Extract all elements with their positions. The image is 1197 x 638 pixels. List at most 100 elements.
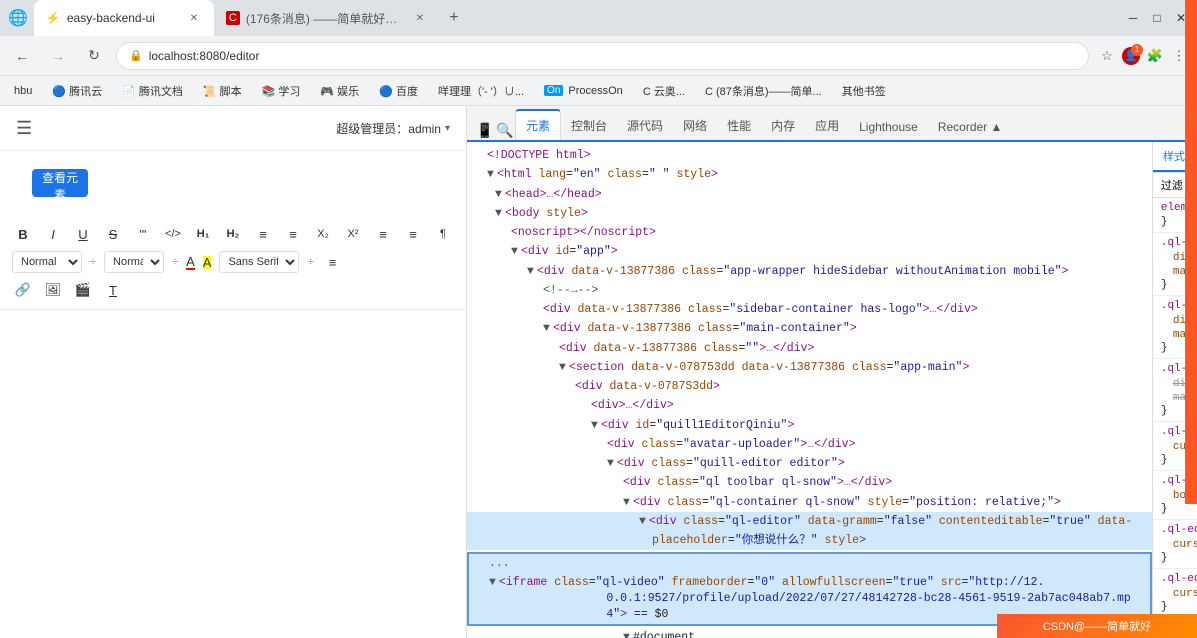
tab-easy-backend[interactable]: ⚡ easy-backend-ui ✕ [34, 0, 214, 36]
bg-color-area: A [203, 256, 212, 269]
html-line-div-class[interactable]: <div data-v-13877386 class="">…</div> [467, 339, 1152, 358]
back-button[interactable]: ← [8, 42, 36, 70]
html-line-avatar[interactable]: <div class="avatar-uploader">…</div> [467, 435, 1152, 454]
bookmark-processon[interactable]: OnProcessOn [538, 83, 629, 99]
bookmark-87[interactable]: C (87条消息)——简单... [699, 81, 828, 101]
html-line-ellipsis[interactable]: ... [469, 554, 1150, 573]
bookmark-yunaao[interactable]: C 云奥... [637, 81, 691, 101]
tab-memory[interactable]: 内存 [761, 111, 805, 140]
bookmark-more[interactable]: 其他书签 [836, 81, 892, 101]
forward-button[interactable]: → [44, 42, 72, 70]
toolbar-row-2: Normal ÷ Normal ÷ A A Sans Serif [12, 251, 454, 273]
align-justify-button[interactable]: ≡ [321, 251, 343, 273]
html-line-sidebar[interactable]: <div data-v-13877386 class="sidebar-cont… [467, 300, 1152, 319]
html-line-div-app[interactable]: ▼<div id="app"> [467, 242, 1152, 261]
align-left-button[interactable]: ≡ [372, 223, 394, 245]
tab-performance[interactable]: 性能 [717, 111, 761, 140]
check-element-button[interactable]: 查看元素 [32, 169, 88, 197]
tab-recorder[interactable]: Recorder ▲ [928, 114, 1013, 140]
hamburger-menu-icon[interactable]: ☰ [16, 118, 32, 139]
subscript-button[interactable]: X₂ [312, 223, 334, 245]
superscript-button[interactable]: X² [342, 223, 364, 245]
bookmarks-bar: hbu 🔵 腾讯云 📄 腾讯文档 📜 脚本 📚 学习 🎮 娱乐 🔵 百度 咩理理… [0, 76, 1197, 106]
bookmark-baidu[interactable]: 🔵 百度 [373, 81, 424, 101]
image-button[interactable]: 🖼 [42, 279, 64, 301]
html-line-noscript[interactable]: <noscript></noscript> [467, 223, 1152, 242]
bookmark-tengxunyun[interactable]: 🔵 腾讯云 [46, 81, 108, 101]
html-line-ql-container[interactable]: ▼<div class="ql-container ql-snow" style… [467, 493, 1152, 512]
bookmark-mie[interactable]: 咩理理（'- '）∪... [432, 81, 530, 101]
bookmark-87-label: C (87条消息)——简单... [705, 83, 822, 99]
clear-format-button[interactable]: T [102, 279, 124, 301]
bold-button[interactable]: B [12, 223, 34, 245]
admin-label: 超级管理员：admin [336, 120, 441, 137]
bookmark-hbu[interactable]: hbu [8, 83, 38, 99]
html-line-quill-editor[interactable]: ▼<div class="quill-editor editor"> [467, 454, 1152, 473]
bookmark-yule[interactable]: 🎮 娱乐 [314, 81, 365, 101]
html-line-comment[interactable]: <!--→--> [467, 281, 1152, 300]
font-family-select[interactable]: Sans Serif [219, 251, 299, 273]
admin-dropdown-icon[interactable]: ▾ [445, 123, 450, 134]
bg-color-button[interactable]: A [203, 256, 212, 269]
minimize-button[interactable]: ─ [1125, 10, 1141, 26]
html-line-ql-toolbar[interactable]: <div class="ql toolbar ql-snow">…</div> [467, 473, 1152, 492]
html-line-ql-editor[interactable]: ▼<div class="ql-editor" data-gramm="fals… [467, 512, 1152, 531]
html-line-div-078753[interactable]: <div data-v-0787S3dd> [467, 377, 1152, 396]
ordered-list-button[interactable]: ≡ [252, 223, 274, 245]
html-line-quill-editor-div[interactable]: ▼<div id="quill1EditorQiniu"> [467, 416, 1152, 435]
link-button[interactable]: 🔗 [12, 279, 34, 301]
html-line-div-empty[interactable]: <div>…</div> [467, 396, 1152, 415]
bookmark-processon-label: ProcessOn [568, 85, 622, 97]
editor-content[interactable] [0, 310, 466, 638]
align-right-button[interactable]: ≡ [402, 223, 424, 245]
font-color-button[interactable]: A [186, 255, 195, 270]
size-select[interactable]: Normal [104, 251, 164, 273]
extensions-icon[interactable]: 🧩 [1145, 46, 1165, 66]
filter-icon: 过滤 [1161, 177, 1183, 193]
underline-button[interactable]: U [72, 223, 94, 245]
unordered-list-button[interactable]: ≡ [282, 223, 304, 245]
tab2-close[interactable]: ✕ [412, 10, 428, 26]
bookmark-star-icon[interactable]: ☆ [1097, 46, 1117, 66]
video-button[interactable]: 🎬 [72, 279, 94, 301]
html-line-section[interactable]: ▼<section data-v-078753dd data-v-1387738… [467, 358, 1152, 377]
html-line-ql-editor-cont[interactable]: placeholder="你想说什么？" style> [467, 531, 1152, 550]
bookmark-jiaoben[interactable]: 📜 脚本 [197, 81, 248, 101]
devtools-inspect-icon[interactable]: 📱 [475, 120, 495, 140]
html-line-body[interactable]: ▼<body style> [467, 204, 1152, 223]
html-line-html[interactable]: ▼<html lang="en" class=" " style> [467, 165, 1152, 184]
tab-console[interactable]: 控制台 [561, 111, 617, 140]
tab2-favicon: C [226, 11, 240, 25]
tab-csdn[interactable]: C (176条消息) ——简单就好的博客 ✕ [214, 0, 440, 36]
devtools-tab-bar: 📱 🔍 元素 控制台 源代码 网络 性能 内存 应用 Lighthouse Re… [467, 106, 1197, 142]
tab-network[interactable]: 网络 [673, 111, 717, 140]
tab-elements[interactable]: 元素 [515, 109, 561, 140]
reload-button[interactable]: ↻ [80, 42, 108, 70]
tab-lighthouse[interactable]: Lighthouse [849, 114, 928, 140]
html-line-main-container[interactable]: ▼<div data-v-13877386 class="main-contai… [467, 319, 1152, 338]
new-tab-button[interactable]: + [440, 4, 468, 32]
devtools-cursor-icon[interactable]: 🔍 [495, 120, 515, 140]
bookmark-doc[interactable]: 📄 腾讯文档 [116, 81, 189, 101]
tab1-close[interactable]: ✕ [186, 10, 202, 26]
devtools-panel: 📱 🔍 元素 控制台 源代码 网络 性能 内存 应用 Lighthouse Re… [467, 106, 1197, 638]
tab1-label: easy-backend-ui [67, 11, 155, 25]
h2-button[interactable]: H₂ [222, 223, 244, 245]
bookmark-xuexi[interactable]: 📚 学习 [256, 81, 307, 101]
strikethrough-button[interactable]: S [102, 223, 124, 245]
tab-sources[interactable]: 源代码 [617, 111, 673, 140]
format-select[interactable]: Normal [12, 251, 82, 273]
html-line-appwrapper[interactable]: ▼<div data-v-13877386 class="app-wrapper… [467, 262, 1152, 281]
tab-application[interactable]: 应用 [805, 111, 849, 140]
html-line-doctype[interactable]: <!DOCTYPE html> [467, 146, 1152, 165]
italic-button[interactable]: I [42, 223, 64, 245]
indent-button[interactable]: ¶ [432, 223, 454, 245]
h1-button[interactable]: H₁ [192, 223, 214, 245]
maximize-button[interactable]: □ [1149, 10, 1165, 26]
blockquote-button[interactable]: "' [132, 223, 154, 245]
code-button[interactable]: </> [162, 223, 184, 245]
profile-icon[interactable]: 👤 1 [1121, 46, 1141, 66]
editor-header: ☰ 超级管理员：admin ▾ [0, 106, 466, 151]
html-line-head[interactable]: ▼<head>…</head> [467, 185, 1152, 204]
url-bar[interactable]: 🔒 localhost:8080/editor [116, 42, 1089, 70]
